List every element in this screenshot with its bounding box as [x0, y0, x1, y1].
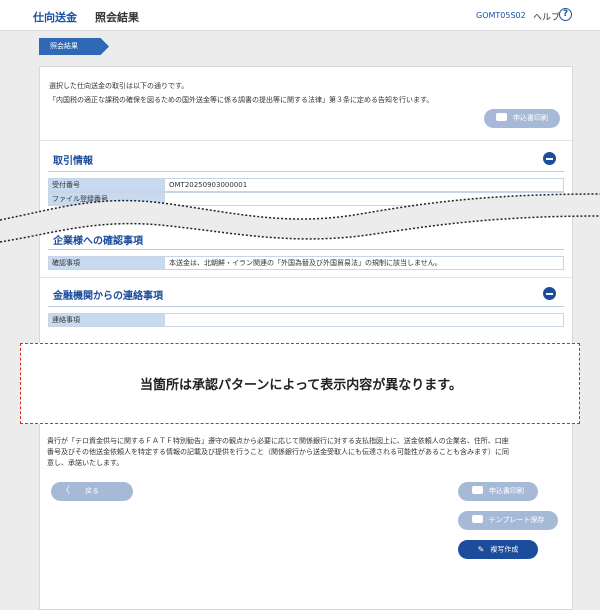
apply-print-label: 申込書印刷 [489, 487, 524, 495]
template-save-button[interactable]: テンプレート保存 [458, 511, 558, 530]
copy-create-label: 複写作成 [490, 545, 519, 554]
section-title-bank-contact: 金融機関からの連絡事項 [53, 291, 163, 302]
section-title-company-confirm: 企業様への確認事項 [53, 236, 143, 247]
copy-create-button[interactable]: ✎ 複写作成 [458, 540, 538, 559]
printer-icon [496, 113, 507, 121]
screen-code: GOMT05S02 [476, 11, 526, 20]
template-save-label: テンプレート保存 [488, 516, 545, 524]
printer-icon [472, 486, 483, 494]
notice-text: 当箇所は承認パターンによって表示内容が異なります。 [139, 378, 462, 393]
intro-text: 選択した仕向送金の取引は以下の通りです。 [49, 82, 189, 90]
back-button[interactable]: 〈 戻る [51, 482, 133, 501]
intro-legal-text: 「内国税の適正な課税の確保を図るための国外送金等に係る調書の提出等に関する法律」… [49, 96, 434, 104]
apply-print-button-top[interactable]: 申込書印刷 [484, 109, 560, 128]
table-row: 連絡事項 [48, 313, 564, 327]
nav-inquiry-result: 照会結果 [95, 11, 139, 24]
collapse-icon[interactable] [543, 152, 556, 165]
collapse-icon[interactable] [543, 287, 556, 300]
save-icon [471, 515, 483, 523]
row-value: 本送金は、北朝鮮・イラン関連の「外国為替及び外国貿易法」の規制に該当しません。 [165, 257, 563, 269]
table-row: 確認事項 本送金は、北朝鮮・イラン関連の「外国為替及び外国貿易法」の規制に該当し… [48, 256, 564, 270]
row-label: 連絡事項 [49, 314, 165, 326]
fatf-consent-line: 番号及びその他送金依頼人を特定する情報の記載及び提供を行うこと（関係銀行から送金… [47, 448, 509, 456]
top-bar: 仕向送金 照会結果 GOMT05S02 ヘルプ ? [0, 0, 600, 31]
section-underline [48, 249, 564, 250]
divider [40, 140, 572, 141]
apply-print-button-bottom[interactable]: 申込書印刷 [458, 482, 538, 501]
help-link[interactable]: ヘルプ [533, 10, 560, 23]
fatf-consent-line: 貴行が「テロ資金供与に関するＦＡＴＦ特別勧告」遵守の観点から必要に応じて関係銀行… [47, 437, 509, 445]
approval-pattern-notice: 当箇所は承認パターンによって表示内容が異なります。 [20, 343, 580, 424]
back-label: 戻る [85, 487, 99, 495]
breadcrumb: 照会結果 [39, 38, 109, 55]
fatf-consent-line: 意し、承諾いたします。 [47, 459, 124, 467]
apply-print-label: 申込書印刷 [513, 114, 548, 122]
section-underline [48, 306, 564, 307]
nav-outbound-remittance[interactable]: 仕向送金 [33, 9, 77, 25]
section-underline [48, 171, 564, 172]
pencil-icon: ✎ [477, 545, 485, 554]
divider [40, 277, 572, 278]
row-value [165, 314, 563, 326]
section-title-transaction: 取引情報 [53, 156, 93, 167]
row-label: 確認事項 [49, 257, 165, 269]
help-icon[interactable]: ? [559, 8, 572, 21]
